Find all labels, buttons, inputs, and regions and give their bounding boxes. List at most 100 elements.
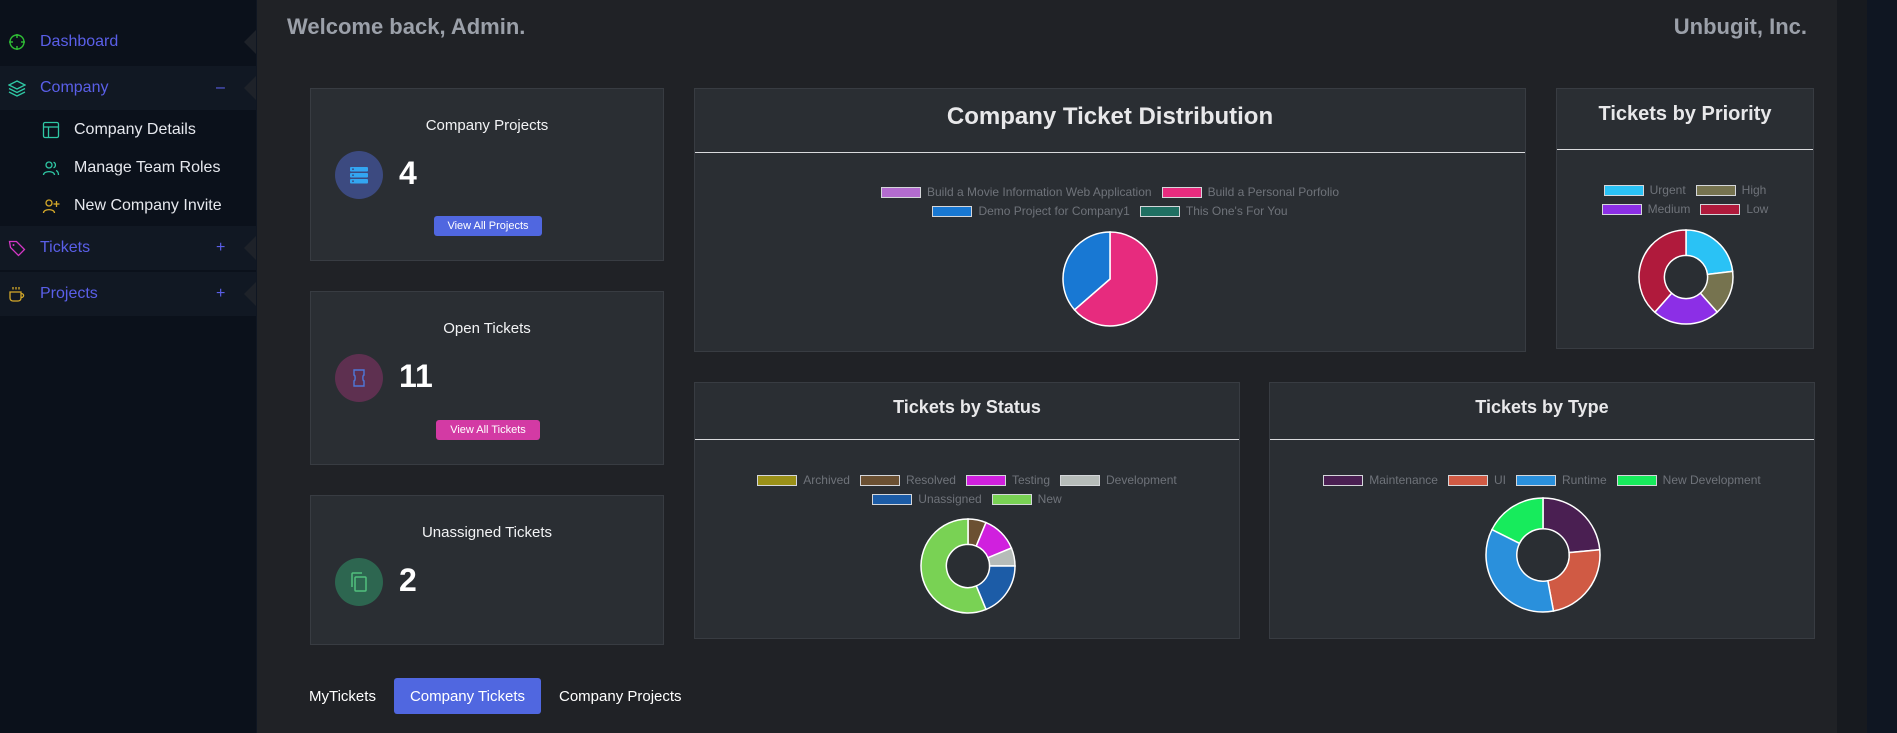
tab-company-projects[interactable]: Company Projects <box>543 678 698 714</box>
legend-label: Build a Personal Porfolio <box>1207 185 1339 199</box>
legend-item-testing[interactable]: Testing <box>965 473 1051 487</box>
chart-legend: Urgent High Medium Low <box>1557 183 1813 221</box>
collapse-toggle[interactable]: – <box>216 79 225 97</box>
legend-label: Medium <box>1647 202 1691 216</box>
sidebar-subitem-company-details[interactable]: Company Details <box>0 111 256 149</box>
expand-toggle[interactable]: + <box>216 239 225 257</box>
tab-my-tickets[interactable]: MyTickets <box>293 678 392 714</box>
legend-swatch <box>872 493 913 505</box>
legend-swatch <box>1616 474 1657 486</box>
legend-label: Low <box>1746 202 1769 216</box>
legend-item-new-development[interactable]: New Development <box>1616 473 1761 487</box>
chart-card-ticket-distribution: Company Ticket Distribution Build a Movi… <box>694 88 1526 352</box>
right-gutter <box>1837 0 1867 733</box>
legend-swatch <box>881 186 921 198</box>
legend-swatch <box>1603 184 1644 196</box>
chart-slice-urgent[interactable] <box>1685 229 1734 276</box>
legend-label: UI <box>1493 473 1506 487</box>
sidebar-item-projects[interactable]: Projects + <box>0 272 256 316</box>
ticket-tabs: MyTickets Company Tickets Company Projec… <box>293 678 700 714</box>
stat-title: Company Projects <box>425 117 549 134</box>
legend-swatch <box>1060 474 1101 486</box>
chart-slice-maintenance[interactable] <box>1542 497 1601 554</box>
sidebar-item-label: Tickets <box>40 239 91 256</box>
legend-swatch <box>1515 474 1556 486</box>
legend-item-ui[interactable]: UI <box>1447 473 1506 487</box>
doughnut-chart <box>1638 229 1734 325</box>
legend-swatch <box>1700 203 1741 215</box>
sidebar-subitem-label: New Company Invite <box>74 197 222 214</box>
sidebar-item-label: Dashboard <box>40 33 119 50</box>
legend-swatch <box>1323 474 1364 486</box>
chart-title: Tickets by Type <box>1475 397 1609 417</box>
sidebar-item-dashboard[interactable]: Dashboard <box>0 20 256 64</box>
legend-swatch <box>859 474 900 486</box>
legend-item-low[interactable]: Low <box>1700 202 1768 216</box>
sidebar-item-tickets[interactable]: Tickets + <box>0 226 256 270</box>
view-all-tickets-button[interactable]: View All Tickets <box>436 420 540 440</box>
user-plus-icon <box>42 199 60 214</box>
legend-item-new[interactable]: New <box>991 492 1062 506</box>
server-icon <box>335 151 383 199</box>
legend-label: Demo Project for Company1 <box>978 204 1130 218</box>
chart-legend: Maintenance UI Runtime New Development <box>1270 473 1814 492</box>
legend-item-resolved[interactable]: Resolved <box>859 473 956 487</box>
chart-title: Company Ticket Distribution <box>946 103 1274 130</box>
legend-swatch <box>1601 203 1642 215</box>
legend-label: Build a Movie Information Web Applicatio… <box>927 185 1152 199</box>
sidebar-subitem-new-company-invite[interactable]: New Company Invite <box>0 187 256 225</box>
copy-icon <box>335 558 383 606</box>
layers-icon <box>8 80 26 97</box>
tag-icon <box>8 240 26 257</box>
pie-chart <box>1062 231 1158 327</box>
legend-swatch <box>1695 184 1736 196</box>
legend-item-unassigned[interactable]: Unassigned <box>872 492 982 506</box>
doughnut-chart <box>1485 497 1601 613</box>
chart-slice-ui[interactable] <box>1546 548 1601 612</box>
chart-title: Tickets by Status <box>893 397 1041 417</box>
legend-label: This One's For You <box>1185 204 1288 218</box>
legend-item-medium[interactable]: Medium <box>1601 202 1691 216</box>
legend-item-demo-project-for-company1[interactable]: Demo Project for Company1 <box>932 204 1130 218</box>
legend-label: New Development <box>1662 473 1761 487</box>
stat-card-unassigned-tickets: Unassigned Tickets 2 <box>310 495 664 645</box>
legend-item-maintenance[interactable]: Maintenance <box>1323 473 1438 487</box>
legend-swatch <box>1447 474 1488 486</box>
legend-label: Testing <box>1011 473 1051 487</box>
crosshair-icon <box>9 34 25 50</box>
legend-label: Runtime <box>1561 473 1607 487</box>
legend-label: Maintenance <box>1369 473 1438 487</box>
sidebar: Dashboard Company – Company Details Mana… <box>0 0 256 733</box>
tab-company-tickets[interactable]: Company Tickets <box>393 678 541 714</box>
doughnut-chart <box>920 518 1016 614</box>
legend-swatch <box>1161 186 1202 198</box>
legend-label: Unassigned <box>918 492 982 506</box>
legend-item-runtime[interactable]: Runtime <box>1515 473 1607 487</box>
main-content: Welcome back, Admin. Unbugit, Inc. Compa… <box>257 0 1867 733</box>
legend-item-urgent[interactable]: Urgent <box>1603 183 1686 197</box>
chart-card-priority: Tickets by Priority Urgent High Medium Low <box>1556 88 1814 349</box>
users-icon <box>42 161 60 176</box>
legend-label: Archived <box>803 473 850 487</box>
legend-item-high[interactable]: High <box>1695 183 1766 197</box>
legend-item-build-a-movie-information-web-application[interactable]: Build a Movie Information Web Applicatio… <box>881 185 1152 199</box>
legend-item-this-one-s-for-you[interactable]: This One's For You <box>1139 204 1288 218</box>
legend-swatch <box>965 474 1006 486</box>
layout-icon <box>42 121 60 139</box>
page-title: Welcome back, Admin. <box>287 14 526 39</box>
legend-item-archived[interactable]: Archived <box>757 473 850 487</box>
divider <box>1270 439 1814 440</box>
divider <box>695 152 1525 153</box>
legend-label: New <box>1037 492 1062 506</box>
stat-value: 2 <box>399 562 417 598</box>
expand-toggle[interactable]: + <box>216 285 225 303</box>
legend-item-development[interactable]: Development <box>1060 473 1177 487</box>
view-all-projects-button[interactable]: View All Projects <box>434 216 542 236</box>
legend-label: Urgent <box>1649 183 1686 197</box>
legend-label: Resolved <box>905 473 956 487</box>
chart-title: Tickets by Priority <box>1598 103 1772 125</box>
legend-item-build-a-personal-porfolio[interactable]: Build a Personal Porfolio <box>1161 185 1339 199</box>
sidebar-subitem-manage-team-roles[interactable]: Manage Team Roles <box>0 149 256 187</box>
sidebar-item-company[interactable]: Company – <box>0 66 256 110</box>
sidebar-item-label: Projects <box>40 285 98 302</box>
